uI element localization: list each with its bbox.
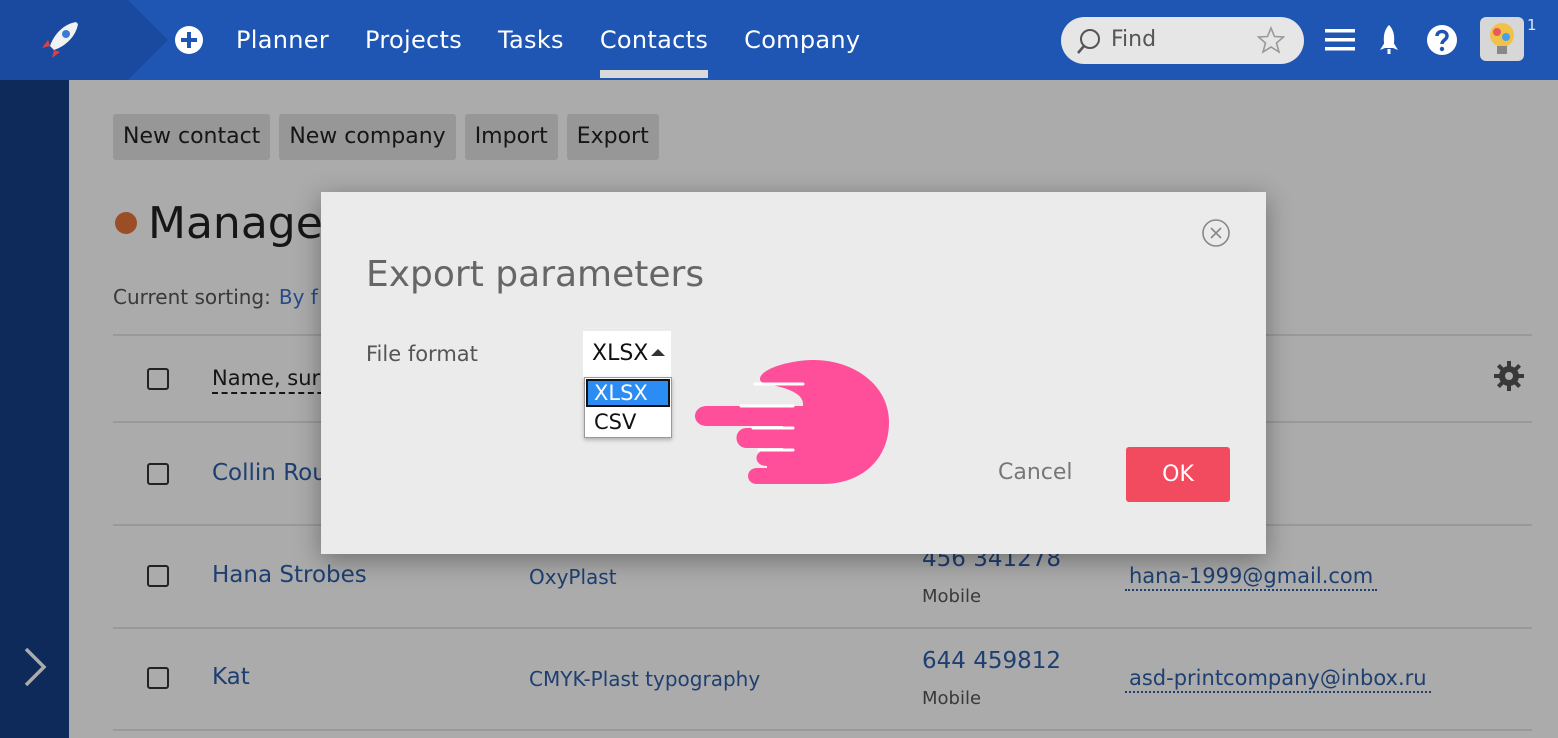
pointing-hand-icon [695, 359, 889, 484]
rocket-icon[interactable] [1371, 22, 1407, 58]
search-input[interactable]: Find [1061, 17, 1304, 64]
file-format-select[interactable]: XLSX [583, 331, 671, 377]
add-plus-icon[interactable] [174, 25, 204, 55]
search-icon [1077, 29, 1100, 54]
file-format-label: File format [366, 342, 478, 366]
nav-contacts[interactable]: Contacts [599, 0, 709, 80]
ok-button[interactable]: OK [1126, 447, 1230, 502]
logo-arrow-shape [128, 0, 168, 80]
dialog-title: Export parameters [366, 254, 705, 295]
caret-up-icon [651, 349, 665, 356]
user-avatar[interactable] [1480, 17, 1524, 61]
nav-projects[interactable]: Projects [365, 0, 462, 80]
search-placeholder: Find [1111, 27, 1157, 52]
export-parameters-dialog: Export parameters File format XLSX XLSX … [321, 192, 1266, 554]
menu-hamburger-icon[interactable] [1322, 22, 1358, 58]
lightbulb-avatar-icon [1490, 23, 1514, 54]
nav-planner[interactable]: Planner [236, 0, 329, 80]
rocket-logo-icon[interactable] [36, 16, 84, 64]
nav-tasks[interactable]: Tasks [498, 0, 564, 80]
nav-company[interactable]: Company [744, 0, 860, 80]
notification-count: 1 [1527, 16, 1537, 34]
main-nav: Planner Projects Tasks Contacts Company [236, 0, 896, 80]
select-current-value: XLSX [592, 341, 649, 366]
top-navigation-bar: Planner Projects Tasks Contacts Company … [0, 0, 1558, 80]
option-xlsx[interactable]: XLSX [586, 379, 670, 407]
file-format-options: XLSX CSV [584, 377, 672, 438]
option-csv[interactable]: CSV [586, 408, 670, 436]
star-icon[interactable] [1257, 26, 1285, 54]
close-icon[interactable] [1201, 218, 1231, 248]
help-question-icon[interactable] [1424, 22, 1460, 58]
cancel-button[interactable]: Cancel [998, 460, 1073, 485]
